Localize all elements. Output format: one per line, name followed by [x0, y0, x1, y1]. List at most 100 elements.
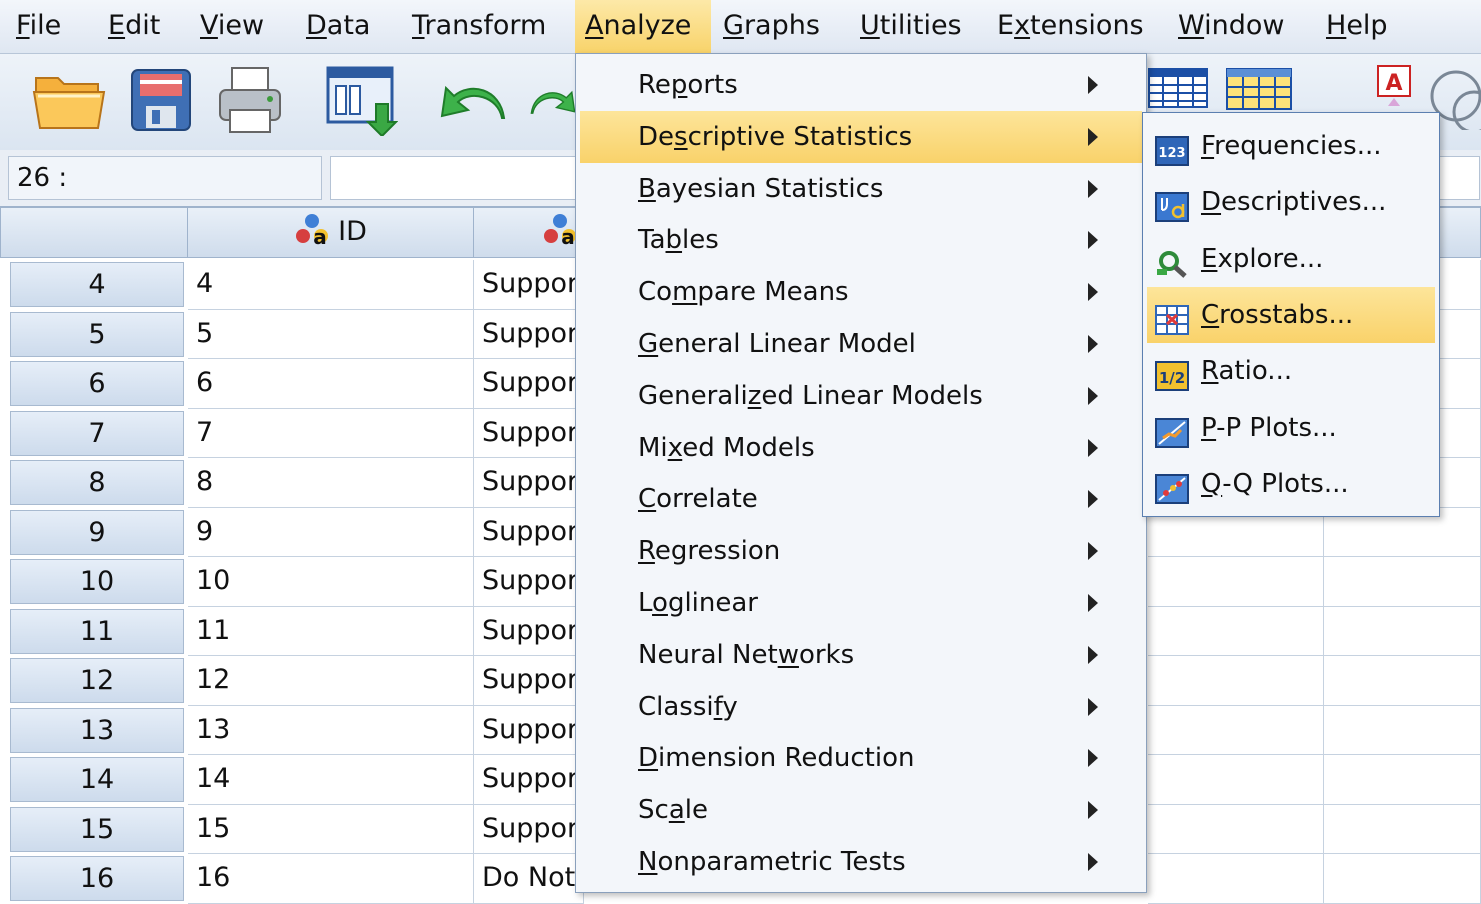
cell-id[interactable]: 13 [188, 705, 474, 755]
cell-col2[interactable]: Suppor [474, 755, 584, 805]
cell-col2[interactable]: Suppor [474, 260, 584, 310]
menu-graphs[interactable]: Graphs [713, 0, 830, 53]
column-header-id[interactable]: a ID [188, 208, 474, 258]
row-number[interactable]: 14 [10, 757, 184, 802]
undo-icon[interactable] [440, 82, 506, 126]
cell-col2[interactable]: Do Not [474, 854, 584, 904]
row-number[interactable]: 8 [10, 460, 184, 505]
menu-item-general-linear-model[interactable]: General Linear Model [580, 318, 1142, 370]
menu-analyze[interactable]: Analyze [575, 0, 711, 53]
menu-item-reports[interactable]: Reports [580, 59, 1142, 111]
menu-item-regression[interactable]: Regression [580, 525, 1142, 577]
row-number[interactable]: 11 [10, 608, 184, 654]
menu-item-scale[interactable]: Scale [580, 784, 1142, 836]
cell-empty[interactable] [1148, 854, 1324, 904]
cases-grid-icon[interactable] [1226, 68, 1292, 114]
dialog-recall-icon[interactable] [326, 66, 399, 140]
cell-id[interactable]: 11 [188, 606, 474, 656]
cell-empty[interactable] [1148, 656, 1324, 706]
cell-col2[interactable]: Suppor [474, 705, 584, 755]
cell-col2[interactable]: Suppor [474, 606, 584, 656]
cell-id[interactable]: 8 [188, 458, 474, 508]
menu-item-pre: De [638, 121, 675, 152]
menu-item-classify[interactable]: Classify [580, 681, 1142, 733]
column-header-2[interactable]: a [474, 208, 584, 258]
cell-empty[interactable] [1324, 854, 1481, 904]
menu-utilities[interactable]: Utilities [850, 0, 972, 53]
cell-id[interactable]: 9 [188, 507, 474, 557]
menu-item-dimension-reduction[interactable]: Dimension Reduction [580, 732, 1142, 784]
menu-extensions[interactable]: Extensions [987, 0, 1154, 53]
cell-empty[interactable] [1324, 705, 1481, 755]
cell-col2[interactable]: Suppor [474, 557, 584, 607]
cell-empty[interactable] [1324, 804, 1481, 854]
cell-id[interactable]: 7 [188, 408, 474, 458]
row-number[interactable]: 13 [10, 707, 184, 753]
cell-empty[interactable] [1148, 804, 1324, 854]
redo-icon[interactable] [530, 82, 576, 126]
cell-empty[interactable] [1324, 755, 1481, 805]
cell-id[interactable]: 10 [188, 557, 474, 607]
cell-col2[interactable]: Suppor [474, 408, 584, 458]
row-number[interactable]: 5 [10, 311, 184, 357]
submenu-item-q-q-plots[interactable]: Q-Q Plots... [1147, 456, 1435, 512]
cell-empty[interactable] [1148, 705, 1324, 755]
cell-id[interactable]: 14 [188, 755, 474, 805]
menu-window[interactable]: Window [1168, 0, 1294, 53]
menu-transform[interactable]: Transform [402, 0, 556, 53]
menu-edit[interactable]: Edit [98, 0, 170, 53]
row-number[interactable]: 12 [10, 658, 184, 703]
row-number[interactable]: 4 [10, 262, 184, 307]
row-number[interactable]: 7 [10, 410, 184, 456]
cell-empty[interactable] [1324, 606, 1481, 656]
cell-empty[interactable] [1324, 656, 1481, 706]
cell-col2[interactable]: Suppor [474, 656, 584, 706]
row-number[interactable]: 16 [10, 856, 184, 901]
submenu-item-ratio[interactable]: 1/2 Ratio... [1147, 343, 1435, 399]
open-folder-icon[interactable] [32, 68, 106, 136]
row-number[interactable]: 10 [10, 559, 184, 604]
menu-item-mixed-models[interactable]: Mixed Models [580, 422, 1142, 474]
menu-data[interactable]: Data [296, 0, 380, 53]
menu-item-nonparametric-tests[interactable]: Nonparametric Tests [580, 836, 1142, 888]
menu-item-correlate[interactable]: Correlate [580, 473, 1142, 525]
cell-col2[interactable]: Suppor [474, 804, 584, 854]
cell-id[interactable]: 12 [188, 656, 474, 706]
cell-id[interactable]: 6 [188, 359, 474, 409]
menu-view[interactable]: View [190, 0, 274, 53]
menu-item-generalized-linear-models[interactable]: Generalized Linear Models [580, 370, 1142, 422]
cell-col2[interactable]: Suppor [474, 507, 584, 557]
print-icon[interactable] [218, 66, 282, 138]
row-number[interactable]: 6 [10, 361, 184, 406]
cell-id[interactable]: 16 [188, 854, 474, 904]
menu-help[interactable]: Help [1316, 0, 1398, 53]
menu-file[interactable]: File [6, 0, 71, 53]
cell-col2[interactable]: Suppor [474, 359, 584, 409]
row-number[interactable]: 9 [10, 509, 184, 555]
cell-empty[interactable] [1148, 606, 1324, 656]
menu-item-loglinear[interactable]: Loglinear [580, 577, 1142, 629]
cell-empty[interactable] [1324, 557, 1481, 607]
submenu-item-explore[interactable]: Explore... [1147, 231, 1435, 287]
cell-id[interactable]: 4 [188, 260, 474, 310]
menu-item-neural-networks[interactable]: Neural Networks [580, 629, 1142, 681]
menu-item-tables[interactable]: Tables [580, 214, 1142, 266]
submenu-item-p-p-plots[interactable]: P-P Plots... [1147, 400, 1435, 456]
variables-grid-icon[interactable] [1148, 68, 1208, 112]
submenu-item-descriptives[interactable]: Descriptives... [1147, 174, 1435, 230]
cell-id[interactable]: 5 [188, 309, 474, 359]
menu-item-compare-means[interactable]: Compare Means [580, 266, 1142, 318]
submenu-item-key: Q [1201, 468, 1223, 499]
row-number[interactable]: 15 [10, 806, 184, 852]
cell-col2[interactable]: Suppor [474, 458, 584, 508]
submenu-item-frequencies[interactable]: 123 Frequencies... [1147, 118, 1435, 174]
cell-empty[interactable] [1148, 557, 1324, 607]
cell-empty[interactable] [1148, 755, 1324, 805]
save-icon[interactable] [130, 68, 192, 136]
value-labels-icon[interactable]: A [1376, 64, 1412, 114]
cell-id[interactable]: 15 [188, 804, 474, 854]
submenu-item-crosstabs[interactable]: Crosstabs... [1147, 286, 1435, 343]
cell-col2[interactable]: Suppor [474, 309, 584, 359]
menu-item-descriptive-statistics[interactable]: Descriptive Statistics [580, 110, 1142, 163]
menu-item-bayesian-statistics[interactable]: Bayesian Statistics [580, 163, 1142, 215]
